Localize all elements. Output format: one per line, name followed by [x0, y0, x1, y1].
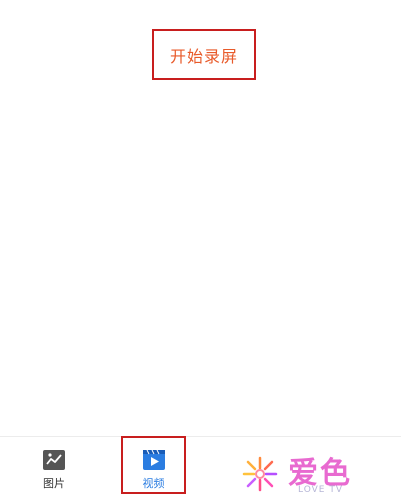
- tab-pictures-label: 图片: [43, 477, 65, 490]
- snowflake-icon: [242, 456, 278, 492]
- start-recording-button[interactable]: 开始录屏: [152, 29, 256, 80]
- tab-video[interactable]: 视频: [121, 437, 186, 501]
- tab-pictures[interactable]: 图片: [28, 437, 80, 501]
- start-recording-label: 开始录屏: [169, 46, 238, 66]
- image-icon: [42, 449, 66, 471]
- tab-video-label: 视频: [142, 477, 165, 490]
- app-screen: 开始录屏 图片 视频 爱色 LOVE TV: [0, 0, 401, 501]
- watermark-subtitle: LOVE TV: [298, 485, 343, 495]
- watermark-logo: 爱色 LOVE TV: [238, 448, 368, 500]
- video-icon: [142, 449, 166, 471]
